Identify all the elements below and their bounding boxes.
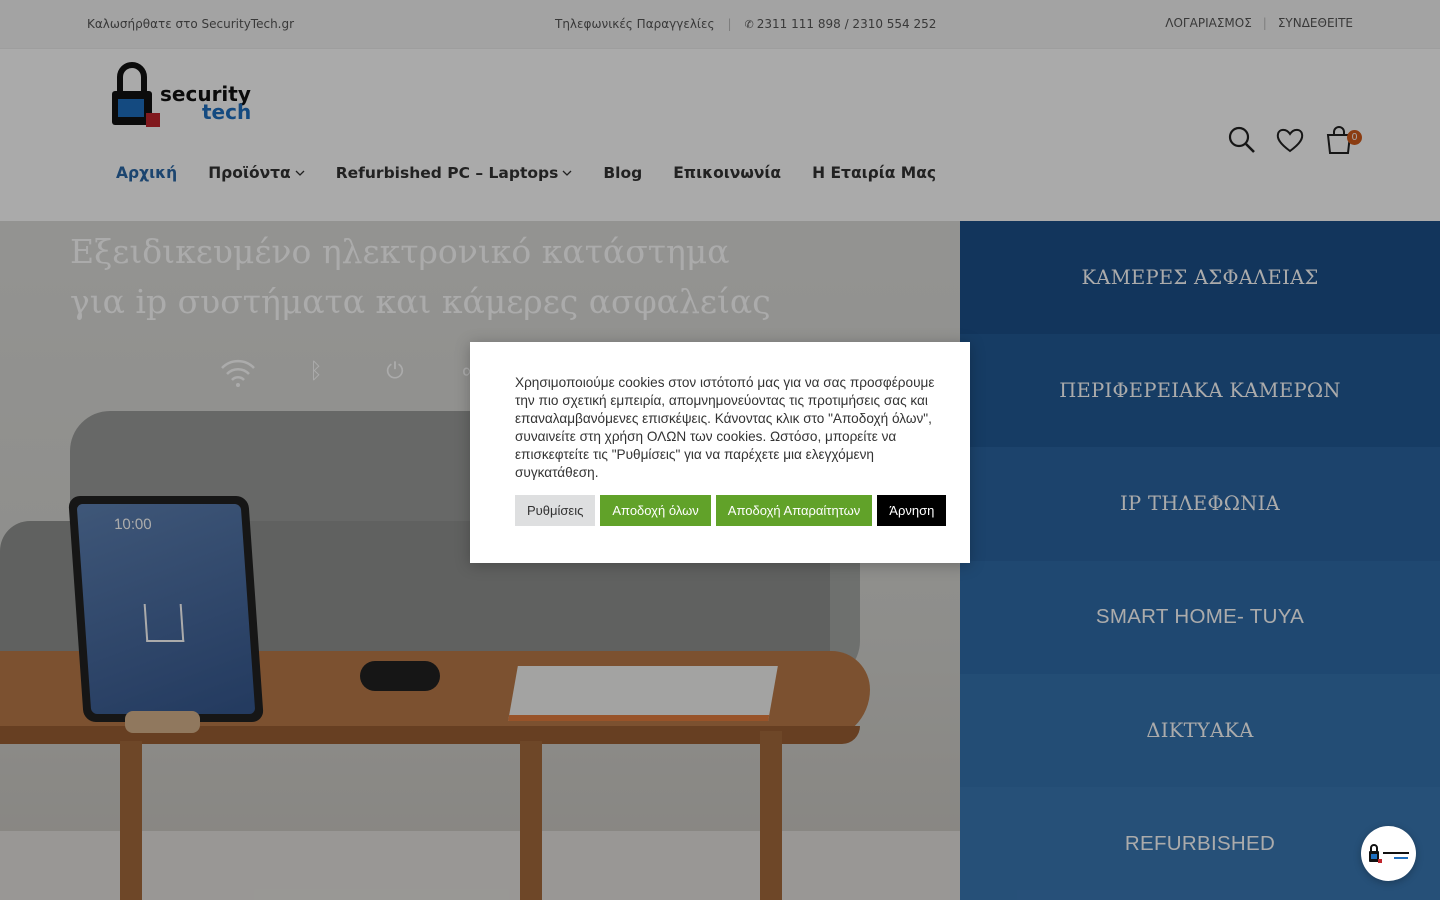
cookie-settings-button[interactable]: Ρυθμίσεις: [515, 495, 596, 526]
accept-all-button[interactable]: Αποδοχή όλων: [600, 495, 711, 526]
chat-widget-button[interactable]: [1361, 826, 1416, 881]
cookie-consent-text: Χρησιμοποιούμε cookies στον ιστότοπό μας…: [515, 375, 935, 480]
cookie-consent-buttons: Ρυθμίσεις Αποδοχή όλων Αποδοχή Απαραίτητ…: [515, 495, 951, 526]
reject-button[interactable]: Άρνηση: [877, 495, 947, 526]
cookie-consent-dialog: Χρησιμοποιούμε cookies στον ιστότοπό μας…: [470, 342, 970, 563]
accept-necessary-button[interactable]: Αποδοχή Απαραίτητων: [715, 495, 873, 526]
chat-logo-icon: [1368, 843, 1409, 863]
